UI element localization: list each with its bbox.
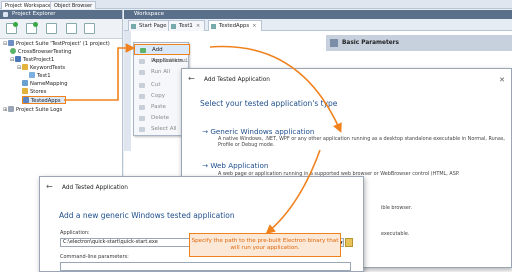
annotation-arrows (64, 43, 342, 235)
arrow-menu-to-dialog (209, 45, 342, 133)
arrow-explorer-to-menu (64, 43, 136, 101)
arrow-option-to-dialog (265, 149, 321, 235)
